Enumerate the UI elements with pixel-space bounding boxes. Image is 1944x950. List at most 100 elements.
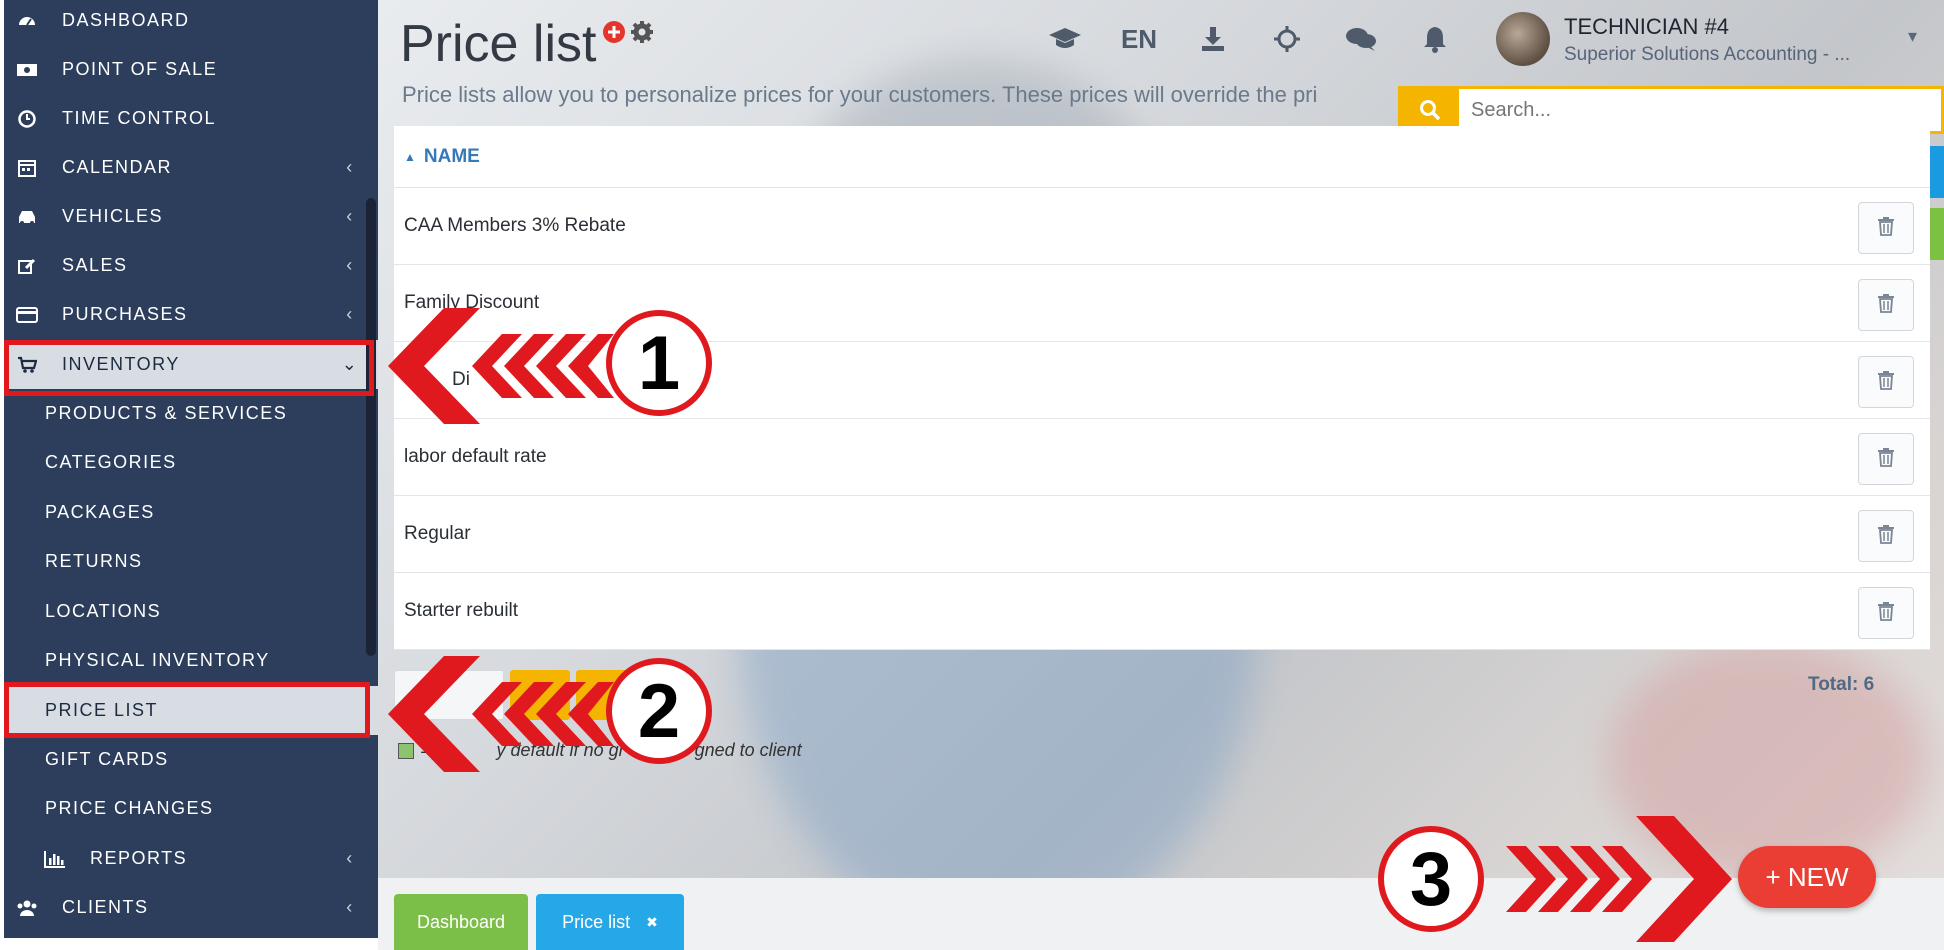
sidebar-item-sales[interactable]: SALES ‹: [4, 241, 378, 290]
gear-icon[interactable]: [630, 20, 654, 49]
sidebar-item-label: REPORTS: [90, 848, 188, 868]
sidebar-item-label: SALES: [62, 255, 128, 275]
column-header-label: NAME: [423, 145, 480, 167]
delete-button[interactable]: [1858, 510, 1914, 562]
legend-text-end: gned to client: [694, 740, 802, 760]
annotation-badge-1: 1: [606, 310, 712, 416]
sidebar-item-purchases[interactable]: PURCHASES ‹: [4, 290, 378, 339]
top-toolbar: EN: [1028, 22, 1472, 56]
bar-chart-icon: [44, 848, 66, 870]
chevron-left-icon: ‹: [346, 897, 354, 917]
sidebar-item-label: PURCHASES: [62, 304, 188, 324]
search-icon[interactable]: [1401, 89, 1459, 131]
title-actions: [602, 20, 654, 49]
car-icon: [16, 206, 38, 228]
sidebar-scrollbar[interactable]: [366, 198, 376, 656]
sidebar-item-label: PHYSICAL INVENTORY: [45, 650, 270, 670]
page-subtitle: Price lists allow you to personalize pri…: [402, 82, 1318, 107]
bell-icon[interactable]: [1398, 22, 1472, 56]
trash-icon: [1877, 524, 1895, 549]
sidebar-item-label: TIME CONTROL: [62, 108, 217, 128]
users-icon: [16, 897, 38, 919]
edit-icon: [16, 255, 38, 277]
money-icon: [16, 59, 38, 81]
chat-icon[interactable]: [1324, 22, 1398, 56]
trash-icon: [1877, 601, 1895, 626]
search-input[interactable]: [1459, 89, 1941, 131]
delete-button[interactable]: [1858, 433, 1914, 485]
sidebar-item-dashboard[interactable]: DASHBOARD: [4, 0, 378, 45]
annotation-arrow-1: [388, 308, 614, 424]
table-row[interactable]: CAA Members 3% Rebate: [394, 188, 1930, 265]
sidebar-subitem-categories[interactable]: CATEGORIES: [4, 438, 378, 487]
row-name[interactable]: Starter rebuilt: [394, 600, 1930, 622]
column-header-name[interactable]: ▲ NAME: [394, 126, 1930, 188]
chevron-left-icon: ‹: [346, 255, 354, 275]
new-button[interactable]: + NEW: [1738, 846, 1876, 908]
sidebar-item-label: RETURNS: [45, 551, 143, 571]
tab-dashboard[interactable]: Dashboard: [394, 894, 528, 950]
main-content: Price list Price lists allow you to pers…: [378, 0, 1944, 950]
delete-button[interactable]: [1858, 356, 1914, 408]
add-circle-icon[interactable]: [602, 20, 626, 49]
annotation-arrow-2: [388, 656, 614, 772]
sidebar-item-label: PRODUCTS & SERVICES: [45, 403, 288, 423]
sidebar-item-vehicles[interactable]: VEHICLES ‹: [4, 192, 378, 241]
sidebar-item-label: CALENDAR: [62, 157, 173, 177]
user-menu[interactable]: TECHNICIAN #4 Superior Solutions Account…: [1496, 12, 1936, 72]
sidebar-subitem-physical-inventory[interactable]: PHYSICAL INVENTORY: [4, 636, 378, 685]
sidebar-subitem-returns[interactable]: RETURNS: [4, 537, 378, 586]
sidebar-subitem-products-services[interactable]: PRODUCTS & SERVICES: [4, 389, 378, 438]
sidebar-item-label: CLIENTS: [62, 897, 149, 917]
sidebar-item-label: VEHICLES: [62, 206, 164, 226]
credit-card-icon: [16, 304, 38, 326]
delete-button[interactable]: [1858, 279, 1914, 331]
sidebar-subitem-price-changes[interactable]: PRICE CHANGES: [4, 784, 378, 833]
chevron-left-icon: ‹: [346, 304, 354, 324]
sidebar-item-label: CATEGORIES: [45, 452, 177, 472]
download-icon[interactable]: [1176, 22, 1250, 56]
caret-down-icon[interactable]: ▾: [1908, 26, 1917, 47]
total-count: Total: 6: [1808, 674, 1875, 695]
row-name[interactable]: CAA Members 3% Rebate: [394, 215, 1930, 237]
table-row[interactable]: Starter rebuilt: [394, 573, 1930, 650]
row-name[interactable]: Family Discount: [394, 292, 1930, 314]
delete-button[interactable]: [1858, 202, 1914, 254]
sidebar-item-reports[interactable]: REPORTS ‹: [4, 834, 378, 883]
sidebar-subitem-gift-cards[interactable]: GIFT CARDS: [4, 735, 378, 784]
close-icon[interactable]: ✖: [646, 914, 658, 931]
sidebar-item-label: GIFT CARDS: [45, 749, 169, 769]
table-row[interactable]: Regular: [394, 496, 1930, 573]
tab-label: Dashboard: [416, 911, 506, 932]
user-name: TECHNICIAN #4: [1564, 14, 1730, 39]
annotation-badge-2: 2: [606, 658, 712, 764]
user-company: Superior Solutions Accounting - ...: [1564, 44, 1851, 65]
chevron-left-icon: ‹: [346, 206, 354, 226]
sidebar-item-clients[interactable]: CLIENTS ‹: [4, 883, 378, 932]
trash-icon: [1877, 216, 1895, 241]
settings-sun-icon[interactable]: [1250, 22, 1324, 56]
row-name[interactable]: Regular: [394, 523, 1930, 545]
delete-button[interactable]: [1858, 587, 1914, 639]
graduation-cap-icon[interactable]: [1028, 22, 1102, 56]
sidebar-subitem-packages[interactable]: PACKAGES: [4, 488, 378, 537]
calendar-icon: [16, 157, 38, 179]
trash-icon: [1877, 370, 1895, 395]
chevron-left-icon: ‹: [346, 157, 354, 177]
highlight-box-price-list: [4, 682, 370, 738]
sidebar-item-calendar[interactable]: CALENDAR ‹: [4, 143, 378, 192]
sidebar-subitem-locations[interactable]: LOCATIONS: [4, 587, 378, 636]
table-row[interactable]: labor default rate: [394, 419, 1930, 496]
sidebar-item-time-control[interactable]: TIME CONTROL: [4, 94, 378, 143]
page-title: Price list: [400, 15, 597, 73]
sidebar-item-label: LOCATIONS: [45, 601, 162, 621]
row-name[interactable]: labor default rate: [394, 446, 1930, 468]
tab-price-list[interactable]: Price list ✖: [536, 894, 684, 950]
tab-label: Price list: [562, 911, 631, 932]
language-selector[interactable]: EN: [1102, 22, 1176, 56]
sidebar-item-point-of-sale[interactable]: POINT OF SALE: [4, 45, 378, 94]
avatar[interactable]: [1496, 12, 1550, 66]
dashboard-icon: [16, 10, 38, 32]
annotation-arrow-3: [1506, 816, 1732, 942]
sidebar-item-label: POINT OF SALE: [62, 59, 218, 79]
